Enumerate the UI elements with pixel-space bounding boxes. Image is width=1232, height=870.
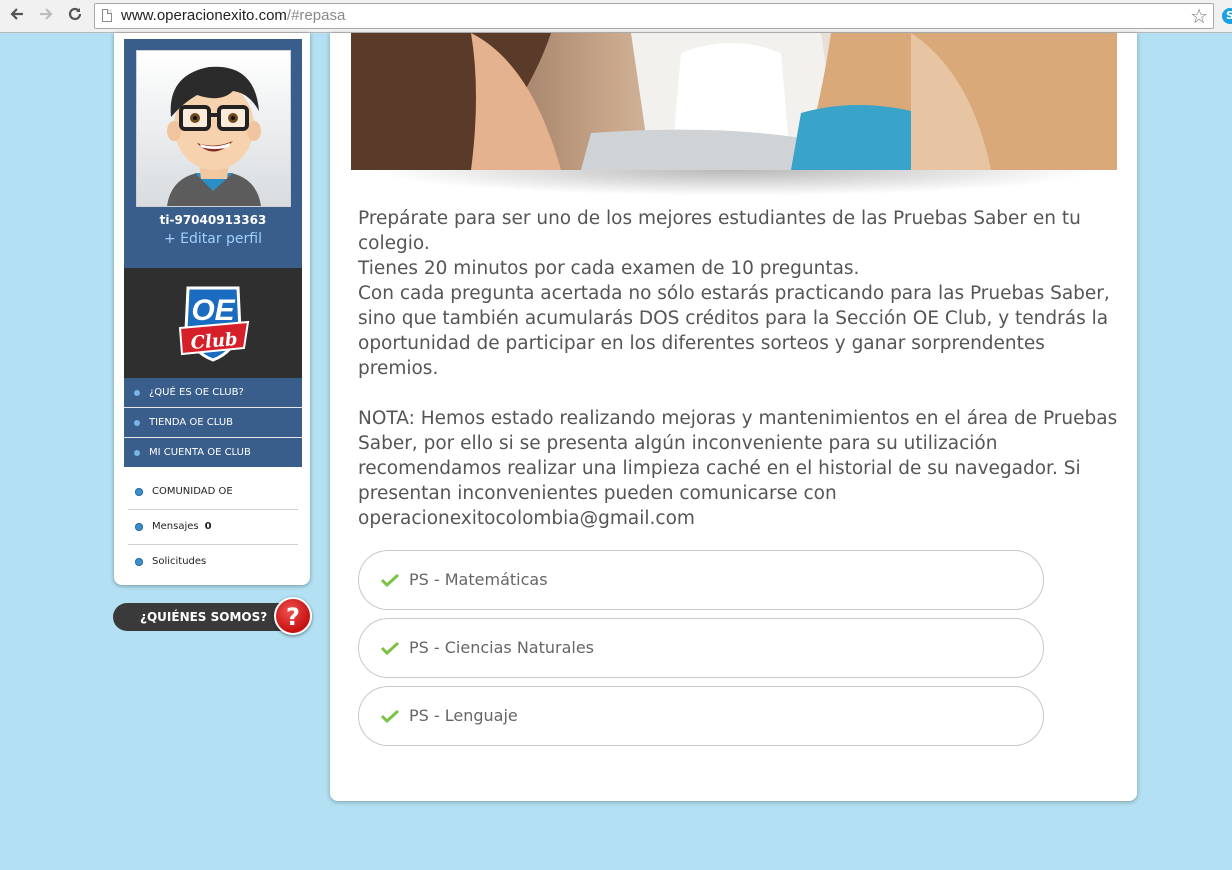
test-label: PS - Ciencias Naturales xyxy=(409,638,595,657)
intro-text: Prepárate para ser uno de los mejores es… xyxy=(358,206,1128,531)
avatar-illustration xyxy=(167,66,261,206)
arrow-right-icon xyxy=(40,8,53,20)
club-menu-que-es[interactable]: ¿QUÉ ES OE CLUB? xyxy=(124,378,302,408)
link-mensajes[interactable]: Mensajes 0 xyxy=(128,510,298,545)
forward-button[interactable] xyxy=(35,6,57,26)
test-list: PS - Matemáticas PS - Ciencias Naturales… xyxy=(358,550,1044,754)
intro-paragraph: Prepárate para ser uno de los mejores es… xyxy=(358,208,1081,254)
extension-icon[interactable]: S xyxy=(1222,8,1232,24)
checkmark-icon xyxy=(381,573,399,587)
username: ti-97040913363 xyxy=(159,213,267,227)
checkmark-icon xyxy=(381,641,399,655)
bullet-icon xyxy=(135,523,143,531)
checkmark-icon xyxy=(381,709,399,723)
question-icon[interactable]: ? xyxy=(274,597,312,635)
link-label: Solicitudes xyxy=(152,556,207,567)
link-label: Mensajes xyxy=(152,521,199,532)
test-label: PS - Lenguaje xyxy=(409,706,518,725)
bullet-icon xyxy=(135,558,143,566)
avatar[interactable] xyxy=(136,50,291,207)
url-path: /#repasa xyxy=(286,7,346,24)
students-photo xyxy=(351,33,1117,170)
arrow-left-icon xyxy=(10,8,23,20)
main-card: Prepárate para ser uno de los mejores es… xyxy=(330,33,1137,801)
test-matematicas[interactable]: PS - Matemáticas xyxy=(358,550,1044,610)
test-lenguaje[interactable]: PS - Lenguaje xyxy=(358,686,1044,746)
intro-paragraph: Con cada pregunta acertada no sólo estar… xyxy=(358,283,1110,379)
test-label: PS - Matemáticas xyxy=(409,570,548,589)
logo-text-club: Club xyxy=(190,329,238,354)
url-text: www.operacionexito.com/#repasa xyxy=(121,7,345,24)
profile-box: ti-97040913363 + Editar perfil xyxy=(124,39,302,268)
page-icon xyxy=(102,9,112,22)
quienes-somos-button[interactable]: ¿QUIÉNES SOMOS? xyxy=(113,603,293,631)
logo-text-oe: OE xyxy=(191,294,235,327)
community-links: COMUNIDAD OE Mensajes 0 Solicitudes xyxy=(128,475,298,579)
url-host: www.operacionexito.com xyxy=(121,7,287,24)
test-ciencias-naturales[interactable]: PS - Ciencias Naturales xyxy=(358,618,1044,678)
browser-toolbar: www.operacionexito.com/#repasa ☆ S xyxy=(0,0,1232,33)
banner-photo xyxy=(351,33,1117,170)
oe-club-menu: ¿QUÉ ES OE CLUB? TIENDA OE CLUB MI CUENT… xyxy=(124,378,302,467)
oe-club-logo: OE Club xyxy=(178,286,250,362)
sidebar: ti-97040913363 + Editar perfil OE Club ¿… xyxy=(114,33,310,585)
club-menu-label: MI CUENTA OE CLUB xyxy=(149,447,251,458)
club-menu-tienda[interactable]: TIENDA OE CLUB xyxy=(124,408,302,438)
address-bar[interactable]: www.operacionexito.com/#repasa ☆ xyxy=(94,3,1214,29)
banner-shadow xyxy=(370,170,1100,196)
intro-paragraph: Tienes 20 minutos por cada examen de 10 … xyxy=(358,258,860,279)
star-icon[interactable]: ☆ xyxy=(1190,5,1208,27)
bullet-icon xyxy=(134,450,140,456)
link-comunidad[interactable]: COMUNIDAD OE xyxy=(128,475,298,510)
club-menu-label: ¿QUÉ ES OE CLUB? xyxy=(149,387,244,398)
bullet-icon xyxy=(135,488,143,496)
note-paragraph: NOTA: Hemos estado realizando mejoras y … xyxy=(358,408,1118,529)
bullet-icon xyxy=(134,390,140,396)
club-menu-label: TIENDA OE CLUB xyxy=(149,417,234,428)
back-button[interactable] xyxy=(6,6,28,26)
edit-profile-link[interactable]: + Editar perfil xyxy=(124,231,302,247)
link-solicitudes[interactable]: Solicitudes xyxy=(128,545,298,579)
club-menu-mi-cuenta[interactable]: MI CUENTA OE CLUB xyxy=(124,438,302,467)
oe-club-logo-panel[interactable]: OE Club xyxy=(124,268,302,378)
link-label: COMUNIDAD OE xyxy=(152,486,233,497)
reload-icon xyxy=(68,7,82,21)
reload-button[interactable] xyxy=(64,6,86,26)
messages-count: 0 xyxy=(204,521,212,532)
bullet-icon xyxy=(134,420,140,426)
